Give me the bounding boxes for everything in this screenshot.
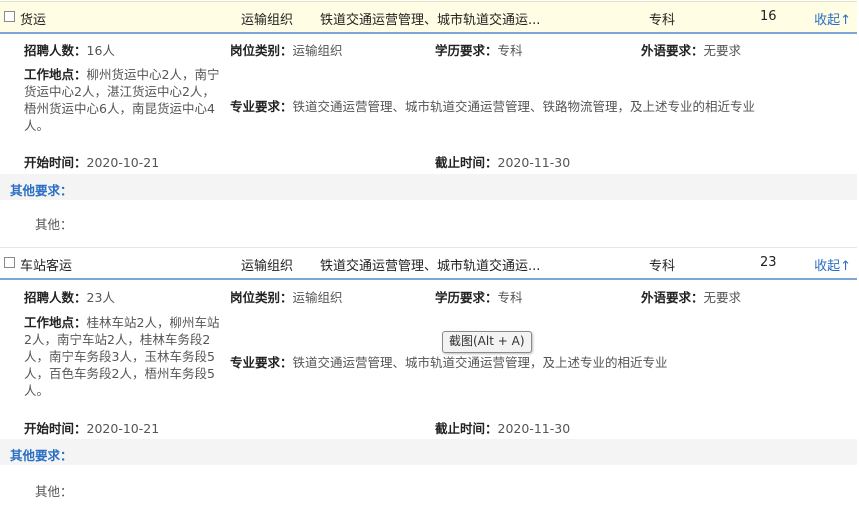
language-value: 无要求 xyxy=(703,43,742,58)
position-type-label: 岗位类别： xyxy=(230,43,293,58)
language-field: 外语要求：无要求 xyxy=(641,40,741,59)
language-value: 无要求 xyxy=(703,290,742,305)
start-date-field: 开始时间：2020-10-21 xyxy=(24,152,159,171)
start-date-value: 2020-10-21 xyxy=(86,155,160,170)
job-category: 运输组织 xyxy=(241,13,294,28)
position-type-field: 岗位类别：运输组织 xyxy=(230,287,343,306)
work-location-label: 工作地点： xyxy=(24,315,87,330)
work-location-field: 工作地点：柳州货运中心2人，南宁货运中心2人，湛江货运中心2人，梧州货运中心6人… xyxy=(24,66,224,134)
job-header-row: 车站客运 运输组织 铁道交通运营管理、城市轨道交通运... 专科 23 收起↑ xyxy=(0,247,857,280)
work-location-label: 工作地点： xyxy=(24,67,87,82)
language-field: 外语要求：无要求 xyxy=(641,287,741,306)
job-count: 23 xyxy=(760,255,777,270)
work-location-field: 工作地点：桂林车站2人，柳州车站2人，南宁车站2人，桂林车务段2人，南宁车务段3… xyxy=(24,314,224,399)
collapse-toggle-link[interactable]: 收起↑ xyxy=(814,9,851,28)
other-requirements-text: 其他： xyxy=(35,484,73,499)
collapse-toggle-link[interactable]: 收起↑ xyxy=(814,255,851,274)
major-requirement-field: 专业要求：铁道交通运营管理、城市轨道交通运营管理、铁路物流管理，及上述专业的相近… xyxy=(230,96,755,115)
end-date-field: 截止时间：2020-11-30 xyxy=(435,152,570,171)
major-requirement-value: 铁道交通运营管理、城市轨道交通运营管理，及上述专业的相近专业 xyxy=(292,355,668,370)
end-date-value: 2020-11-30 xyxy=(497,421,571,436)
position-type-label: 岗位类别： xyxy=(230,290,293,305)
end-date-label: 截止时间： xyxy=(435,155,498,170)
job-name[interactable]: 货运 xyxy=(20,9,46,28)
position-type-field: 岗位类别：运输组织 xyxy=(230,40,343,59)
major-requirement-label: 专业要求： xyxy=(230,99,293,114)
other-requirements-text: 其他： xyxy=(35,217,73,232)
other-requirements-bar: 其他要求： xyxy=(0,439,857,465)
recruit-count-value: 23人 xyxy=(86,290,115,305)
other-requirements-bar: 其他要求： xyxy=(0,174,857,200)
job-header-row: 货运 运输组织 铁道交通运营管理、城市轨道交通运... 专科 16 收起↑ xyxy=(0,1,857,34)
job-education: 专科 xyxy=(649,259,676,274)
major-requirement-value: 铁道交通运营管理、城市轨道交通运营管理、铁路物流管理，及上述专业的相近专业 xyxy=(292,99,756,114)
job-count: 16 xyxy=(760,9,777,24)
recruit-count-label: 招聘人数： xyxy=(24,43,87,58)
recruit-count-field: 招聘人数：16人 xyxy=(24,40,115,59)
recruit-count-label: 招聘人数： xyxy=(24,290,87,305)
job-select-checkbox[interactable] xyxy=(4,257,15,268)
language-label: 外语要求： xyxy=(641,43,704,58)
major-requirement-field: 专业要求：铁道交通运营管理、城市轨道交通运营管理，及上述专业的相近专业 xyxy=(230,352,668,371)
start-date-value: 2020-10-21 xyxy=(86,421,160,436)
job-category: 运输组织 xyxy=(241,259,294,274)
major-requirement-label: 专业要求： xyxy=(230,355,293,370)
position-type-value: 运输组织 xyxy=(292,43,343,58)
start-date-label: 开始时间： xyxy=(24,421,87,436)
job-name[interactable]: 车站客运 xyxy=(20,255,72,274)
job-major-short: 铁道交通运营管理、城市轨道交通运... xyxy=(320,259,541,274)
start-date-field: 开始时间：2020-10-21 xyxy=(24,418,159,437)
end-date-field: 截止时间：2020-11-30 xyxy=(435,418,570,437)
end-date-value: 2020-11-30 xyxy=(497,155,571,170)
end-date-label: 截止时间： xyxy=(435,421,498,436)
education-field: 学历要求：专科 xyxy=(435,40,523,59)
education-field: 学历要求：专科 xyxy=(435,287,523,306)
education-value: 专科 xyxy=(497,290,523,305)
education-label: 学历要求： xyxy=(435,290,498,305)
education-value: 专科 xyxy=(497,43,523,58)
start-date-label: 开始时间： xyxy=(24,155,87,170)
recruit-count-value: 16人 xyxy=(86,43,115,58)
position-type-value: 运输组织 xyxy=(292,290,343,305)
job-select-checkbox[interactable] xyxy=(4,11,15,22)
other-requirements-label: 其他要求： xyxy=(10,183,73,198)
screenshot-tooltip: 截图(Alt + A) xyxy=(442,331,532,353)
other-requirements-label: 其他要求： xyxy=(10,448,73,463)
job-education: 专科 xyxy=(649,13,676,28)
education-label: 学历要求： xyxy=(435,43,498,58)
recruit-count-field: 招聘人数：23人 xyxy=(24,287,115,306)
language-label: 外语要求： xyxy=(641,290,704,305)
job-major-short: 铁道交通运营管理、城市轨道交通运... xyxy=(320,13,541,28)
